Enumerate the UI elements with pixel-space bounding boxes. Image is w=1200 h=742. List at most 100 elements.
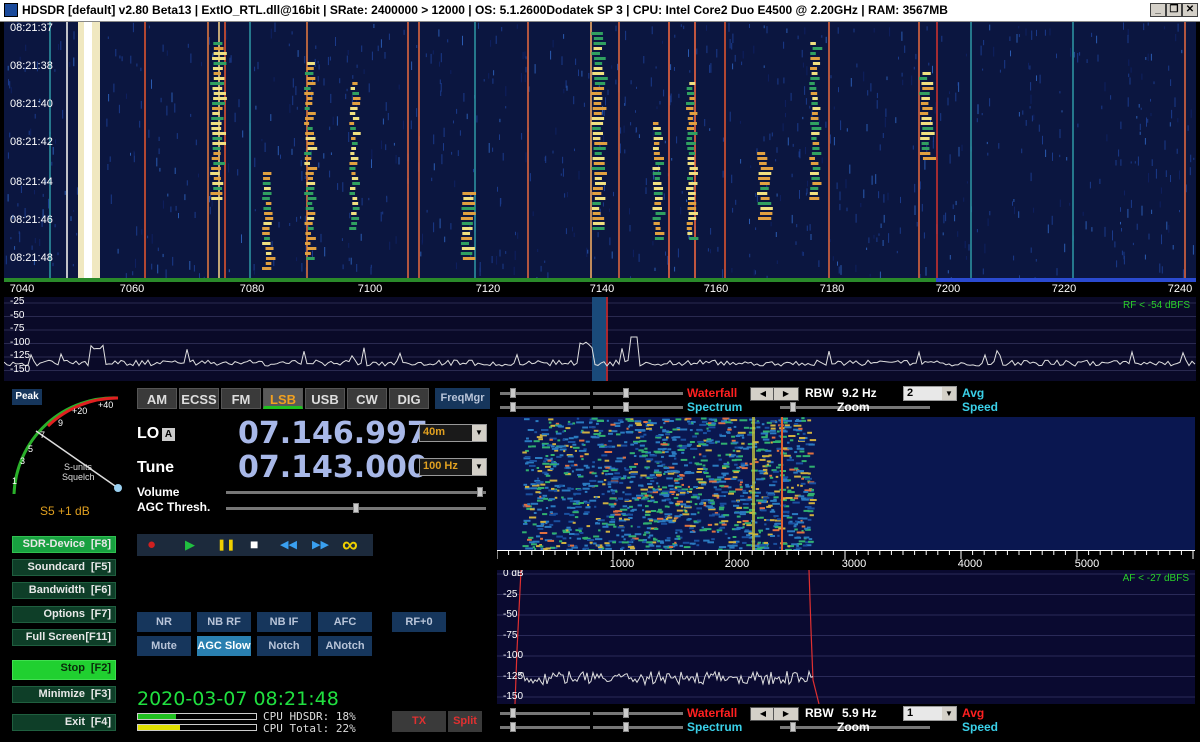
tx-button[interactable]: TX bbox=[392, 711, 446, 732]
lo-frequency-display[interactable]: 07.146.997 bbox=[238, 416, 428, 451]
dsp-button-agc-slow[interactable]: AGC Slow bbox=[197, 636, 251, 656]
waterfall-noise bbox=[674, 67, 675, 71]
dsp-button-mute[interactable]: Mute bbox=[137, 636, 191, 656]
avg-select[interactable]: 1 ▼ bbox=[903, 706, 957, 721]
spectrum-db-label: -75 bbox=[10, 323, 25, 334]
audio-waterfall-pixel bbox=[782, 430, 788, 433]
left-button-options[interactable]: Options [F7] bbox=[12, 606, 116, 623]
waterfall-noise bbox=[932, 140, 934, 149]
panel-slider[interactable] bbox=[593, 712, 683, 715]
waterfall-noise bbox=[987, 152, 989, 156]
avg-select[interactable]: 2 ▼ bbox=[903, 386, 957, 401]
audio-spectrum[interactable]: 0 dB -25 -50 -75 -100 -125 -150 AF < -27 dBFS bbox=[497, 570, 1195, 704]
waterfall-signal-burst bbox=[306, 187, 315, 190]
rewind-icon[interactable]: ◀◀ bbox=[280, 538, 297, 551]
stop-icon[interactable]: ■ bbox=[250, 536, 258, 552]
audio-waterfall-pixel bbox=[584, 453, 589, 456]
audio-waterfall-pixel bbox=[791, 543, 799, 546]
audio-waterfall[interactable] bbox=[497, 417, 1195, 550]
left-button-stop[interactable]: Stop [F2] bbox=[12, 660, 116, 680]
restore-button[interactable]: ❐ bbox=[1166, 3, 1182, 17]
panel-slider-knob[interactable] bbox=[623, 708, 629, 718]
audio-waterfall-pixel bbox=[528, 445, 532, 448]
waterfall-noise bbox=[1014, 206, 1015, 215]
panel-slider[interactable] bbox=[593, 406, 683, 409]
pause-icon[interactable]: ❚❚ bbox=[217, 538, 235, 551]
main-waterfall[interactable]: 08:21:37 08:21:38 08:21:40 08:21:42 08:21:44… bbox=[4, 22, 1196, 278]
dsp-button-anotch[interactable]: ANotch bbox=[318, 636, 372, 656]
waterfall-signal-burst bbox=[810, 122, 819, 125]
waterfall-noise bbox=[949, 255, 951, 260]
panel-slider-knob[interactable] bbox=[623, 402, 629, 412]
split-button[interactable]: Split bbox=[448, 711, 482, 732]
left-button-bandwidth[interactable]: Bandwidth [F6] bbox=[12, 582, 116, 599]
s-meter[interactable]: Peak 1 3 5 7 9 +20 +40 S-units Squelch S… bbox=[8, 386, 126, 518]
frequency-scale[interactable]: 7040 7060 7080 7100 7120 7140 7160 7180 7200 7220… bbox=[4, 278, 1196, 297]
band-select[interactable]: 40m ▼ bbox=[419, 424, 487, 442]
panel-slider-knob[interactable] bbox=[790, 722, 796, 732]
audio-waterfall-pixel bbox=[758, 529, 763, 532]
audio-waterfall-pixel bbox=[706, 475, 711, 478]
left-button-full-screen[interactable]: Full Screen [F11] bbox=[12, 629, 116, 646]
mode-usb[interactable]: USB bbox=[305, 388, 345, 409]
left-button-soundcard[interactable]: Soundcard [F5] bbox=[12, 559, 116, 576]
waterfall-noise bbox=[151, 234, 153, 244]
audio-waterfall-pixel bbox=[717, 454, 721, 457]
record-icon[interactable]: ● bbox=[147, 536, 156, 553]
panel-slider[interactable] bbox=[593, 726, 683, 729]
loop-icon[interactable]: ∞ bbox=[342, 532, 358, 558]
panel-slider-knob[interactable] bbox=[623, 388, 629, 398]
mode-fm[interactable]: FM bbox=[221, 388, 261, 409]
audio-waterfall-pixel bbox=[668, 484, 674, 487]
audio-waterfall-pixel bbox=[630, 538, 635, 541]
dsp-button-afc[interactable]: AFC bbox=[318, 612, 372, 632]
dsp-button-nb-rf[interactable]: NB RF bbox=[197, 612, 251, 632]
panel-slider[interactable] bbox=[593, 392, 683, 395]
play-icon[interactable]: ▶ bbox=[185, 537, 195, 553]
lo-vfo-badge[interactable]: A bbox=[162, 428, 175, 441]
audio-waterfall-pixel bbox=[755, 488, 760, 490]
agc-thresh-slider-knob[interactable] bbox=[353, 503, 359, 513]
chevron-right-icon[interactable]: ▶ bbox=[773, 387, 799, 401]
dsp-button-rf-0[interactable]: RF+0 bbox=[392, 612, 446, 632]
waterfall-signal-burst bbox=[263, 187, 271, 190]
mode-lsb[interactable]: LSB bbox=[263, 388, 303, 409]
waterfall-noise bbox=[9, 81, 11, 89]
audio-waterfall-pixel bbox=[559, 484, 563, 487]
waterfall-signal-burst bbox=[352, 132, 361, 135]
chevron-right-icon[interactable]: ▶ bbox=[773, 707, 799, 721]
waterfall-signal-burst bbox=[463, 197, 474, 200]
waterfall-signal-burst bbox=[592, 137, 601, 140]
panel-slider-knob[interactable] bbox=[510, 708, 516, 718]
panel-slider-knob[interactable] bbox=[510, 388, 516, 398]
waterfall-noise bbox=[297, 50, 299, 57]
audio-waterfall-pixel bbox=[727, 428, 732, 431]
audio-waterfall-pixel bbox=[578, 449, 587, 452]
close-button[interactable]: ✕ bbox=[1182, 3, 1198, 17]
waterfall-signal-burst bbox=[593, 97, 603, 100]
dsp-button-nr[interactable]: NR bbox=[137, 612, 191, 632]
freqmgr-button[interactable]: FreqMgr bbox=[435, 388, 490, 409]
audio-waterfall-pixel bbox=[608, 429, 612, 432]
dsp-button-notch[interactable]: Notch bbox=[257, 636, 311, 656]
left-button-sdr-device[interactable]: SDR-Device [F8] bbox=[12, 536, 116, 553]
panel-slider-knob[interactable] bbox=[510, 402, 516, 412]
mode-dig[interactable]: DIG bbox=[389, 388, 429, 409]
left-button-minimize[interactable]: Minimize [F3] bbox=[12, 686, 116, 703]
main-spectrum[interactable]: -25 -50 -75 -100 -125 -150 RF < -54 dBFS bbox=[4, 297, 1196, 381]
panel-slider-knob[interactable] bbox=[623, 722, 629, 732]
minimize-button[interactable]: _ bbox=[1150, 3, 1166, 17]
tune-frequency-display[interactable]: 07.143.000 bbox=[238, 450, 428, 485]
panel-slider-knob[interactable] bbox=[510, 722, 516, 732]
mode-ecss[interactable]: ECSS bbox=[179, 388, 219, 409]
volume-slider[interactable] bbox=[226, 491, 486, 494]
fast-forward-icon[interactable]: ▶▶ bbox=[312, 538, 329, 551]
left-button-exit[interactable]: Exit [F4] bbox=[12, 714, 116, 731]
panel-slider-knob[interactable] bbox=[790, 402, 796, 412]
dsp-button-nb-if[interactable]: NB IF bbox=[257, 612, 311, 632]
mode-am[interactable]: AM bbox=[137, 388, 177, 409]
tune-step-select[interactable]: 100 Hz ▼ bbox=[419, 458, 487, 476]
mode-cw[interactable]: CW bbox=[347, 388, 387, 409]
audio-waterfall-pixel bbox=[697, 429, 703, 432]
volume-slider-knob[interactable] bbox=[477, 487, 484, 497]
